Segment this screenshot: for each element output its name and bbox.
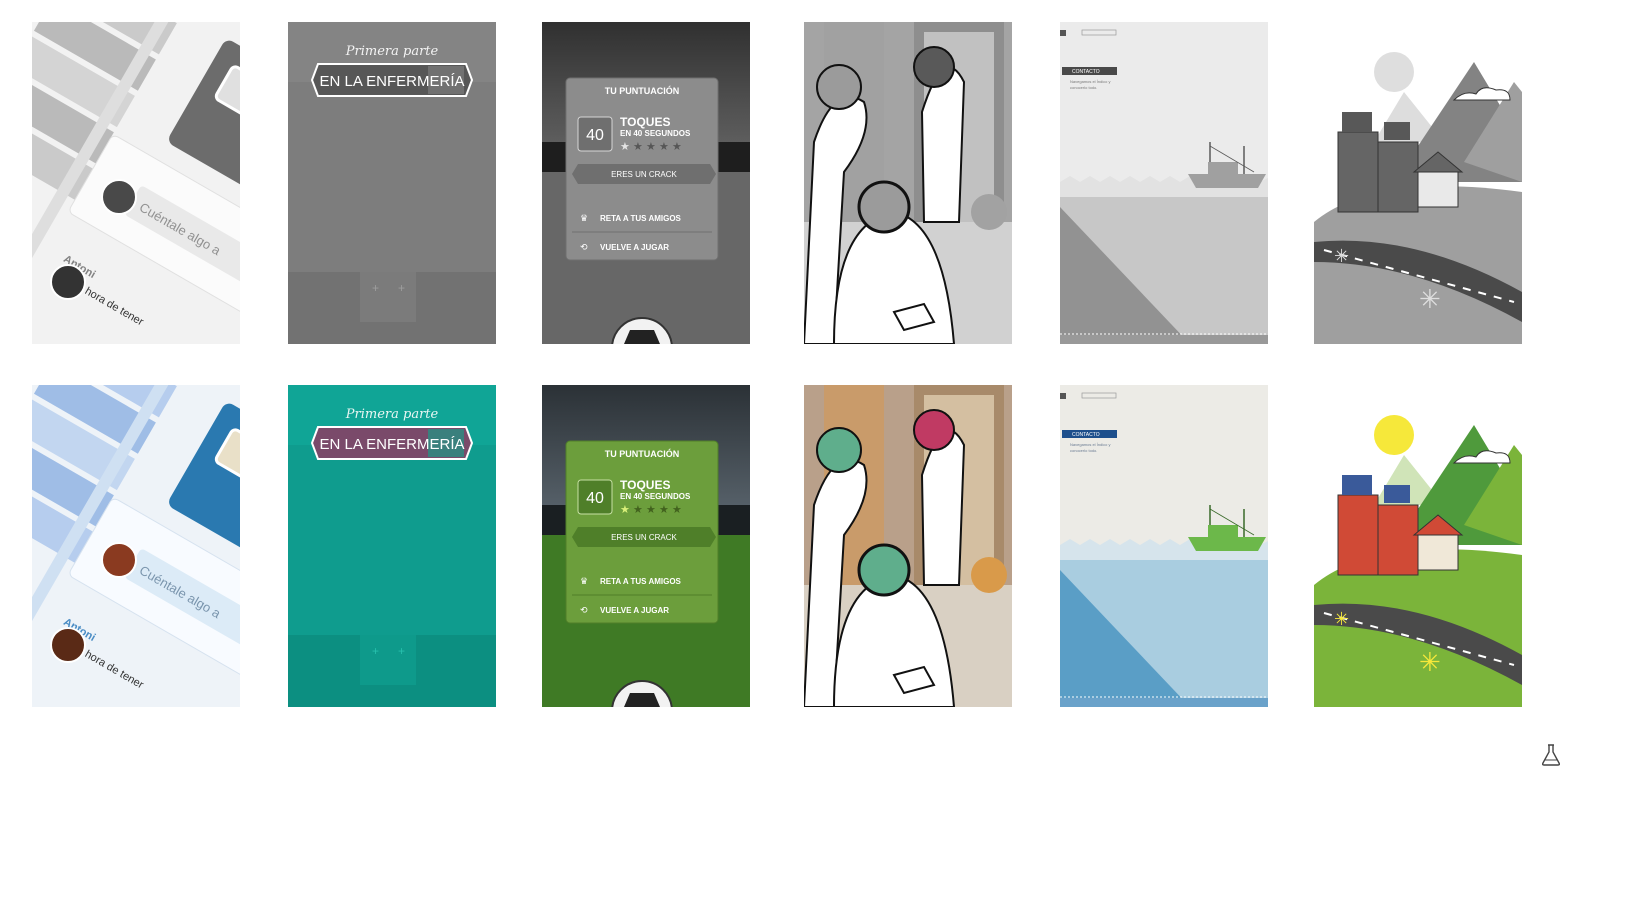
boat-website-screenshot: CONTACTO Navegamos el Índico y conocerlo… xyxy=(1060,22,1268,344)
village-illustration: ✳ ✳ xyxy=(1314,385,1522,707)
result-ribbon: ERES UN CRACK xyxy=(611,170,677,179)
svg-text:★: ★ xyxy=(659,504,669,516)
star-rating: ★ ★ ★ ★ ★ xyxy=(620,504,682,516)
avatar xyxy=(101,179,137,215)
svg-text:+: + xyxy=(398,281,405,295)
svg-text:✳: ✳ xyxy=(1419,647,1441,677)
avatar xyxy=(101,542,137,578)
social-app-screenshot: Cuéntale algo a Antoni Ya era hora de te… xyxy=(32,385,240,707)
svg-text:★: ★ xyxy=(646,141,656,153)
play-again-button[interactable]: VUELVE A JUGAR xyxy=(600,243,669,252)
score-header: TU PUNTUACIÓN xyxy=(605,85,680,96)
svg-text:★: ★ xyxy=(659,141,669,153)
svg-text:★: ★ xyxy=(620,141,630,153)
challenge-friends-button[interactable]: RETA A TUS AMIGOS xyxy=(600,214,682,223)
thumb-enfermeria-gray[interactable]: + + Primera parte EN LA ENFERMERÍA xyxy=(288,22,496,344)
thumb-score-color[interactable]: TU PUNTUACIÓN 40 TOQUES EN 40 SEGUNDOS ★… xyxy=(542,385,750,707)
seconds-label: EN 40 SEGUNDOS xyxy=(620,492,691,501)
intro-line-2: conocerlo todo. xyxy=(1070,448,1097,453)
thumb-score-gray[interactable]: TU PUNTUACIÓN 40 TOQUES EN 40 SEGUNDOS ★… xyxy=(542,22,750,344)
replay-icon: ⟲ xyxy=(580,242,588,252)
intro-line-2: conocerlo todo. xyxy=(1070,85,1097,90)
svg-text:+: + xyxy=(398,644,405,658)
chapter-subtitle: Primera parte xyxy=(345,44,439,59)
svg-text:★: ★ xyxy=(672,141,682,153)
score-value: 40 xyxy=(586,127,604,144)
replay-icon: ⟲ xyxy=(580,605,588,615)
enfermeria-app-screenshot: + + Primera parte EN LA ENFERMERÍA xyxy=(288,385,496,707)
svg-text:✳: ✳ xyxy=(1334,246,1349,266)
social-app-screenshot: Cuéntale algo a Antoni Ya era hora de te… xyxy=(32,22,240,344)
play-again-button[interactable]: VUELVE A JUGAR xyxy=(600,606,669,615)
trophy-icon: ♛ xyxy=(580,576,588,586)
svg-text:+: + xyxy=(372,281,379,295)
score-app-screenshot: TU PUNTUACIÓN 40 TOQUES EN 40 SEGUNDOS ★… xyxy=(542,385,750,707)
boat-website-screenshot: CONTACTO Navegamos el Índico y conocerlo… xyxy=(1060,385,1268,707)
svg-text:★: ★ xyxy=(646,504,656,516)
enfermeria-app-screenshot: + + Primera parte EN LA ENFERMERÍA xyxy=(288,22,496,344)
trophy-icon: ♛ xyxy=(580,213,588,223)
thumb-social-gray[interactable]: Cuéntale algo a Antoni Ya era hora de te… xyxy=(32,22,240,344)
chapter-subtitle: Primera parte xyxy=(345,407,439,422)
thumb-boat-color[interactable]: CONTACTO Navegamos el Índico y conocerlo… xyxy=(1060,385,1268,707)
svg-text:+: + xyxy=(372,644,379,658)
thumb-social-color[interactable]: Cuéntale algo a Antoni Ya era hora de te… xyxy=(32,385,240,707)
menu-contacto[interactable]: CONTACTO xyxy=(1072,69,1100,75)
sketch-illustration xyxy=(804,22,1012,344)
thumb-village-color[interactable]: ✳ ✳ xyxy=(1314,385,1522,707)
score-app-screenshot: TU PUNTUACIÓN 40 TOQUES EN 40 SEGUNDOS ★… xyxy=(542,22,750,344)
touches-label: TOQUES xyxy=(620,115,670,129)
avatar xyxy=(50,264,86,300)
village-illustration: ✳ ✳ xyxy=(1314,22,1522,344)
star-rating: ★ ★ ★ ★ ★ xyxy=(620,141,682,153)
sun-icon xyxy=(1374,415,1414,455)
thumb-sketch-color[interactable] xyxy=(804,385,1012,707)
svg-text:✳: ✳ xyxy=(1419,284,1441,314)
sun-icon xyxy=(1374,52,1414,92)
chapter-banner: EN LA ENFERMERÍA xyxy=(319,73,464,90)
intro-line-1: Navegamos el Índico y xyxy=(1070,79,1110,84)
touches-label: TOQUES xyxy=(620,478,670,492)
svg-text:✳: ✳ xyxy=(1334,609,1349,629)
score-value: 40 xyxy=(586,490,604,507)
thumb-sketch-gray[interactable] xyxy=(804,22,1012,344)
seconds-label: EN 40 SEGUNDOS xyxy=(620,129,691,138)
intro-line-1: Navegamos el Índico y xyxy=(1070,442,1110,447)
chapter-banner: EN LA ENFERMERÍA xyxy=(319,436,464,453)
thumb-village-gray[interactable]: ✳ ✳ xyxy=(1314,22,1522,344)
result-ribbon: ERES UN CRACK xyxy=(611,533,677,542)
menu-contacto[interactable]: CONTACTO xyxy=(1072,432,1100,438)
svg-text:★: ★ xyxy=(633,504,643,516)
svg-text:★: ★ xyxy=(672,504,682,516)
thumb-boat-gray[interactable]: CONTACTO Navegamos el Índico y conocerlo… xyxy=(1060,22,1268,344)
score-header: TU PUNTUACIÓN xyxy=(605,448,680,459)
avatar xyxy=(50,627,86,663)
svg-text:★: ★ xyxy=(620,504,630,516)
svg-text:★: ★ xyxy=(633,141,643,153)
thumb-enfermeria-color[interactable]: + + Primera parte EN LA ENFERMERÍA xyxy=(288,385,496,707)
flask-icon[interactable] xyxy=(1541,744,1561,766)
challenge-friends-button[interactable]: RETA A TUS AMIGOS xyxy=(600,577,682,586)
sketch-illustration xyxy=(804,385,1012,707)
